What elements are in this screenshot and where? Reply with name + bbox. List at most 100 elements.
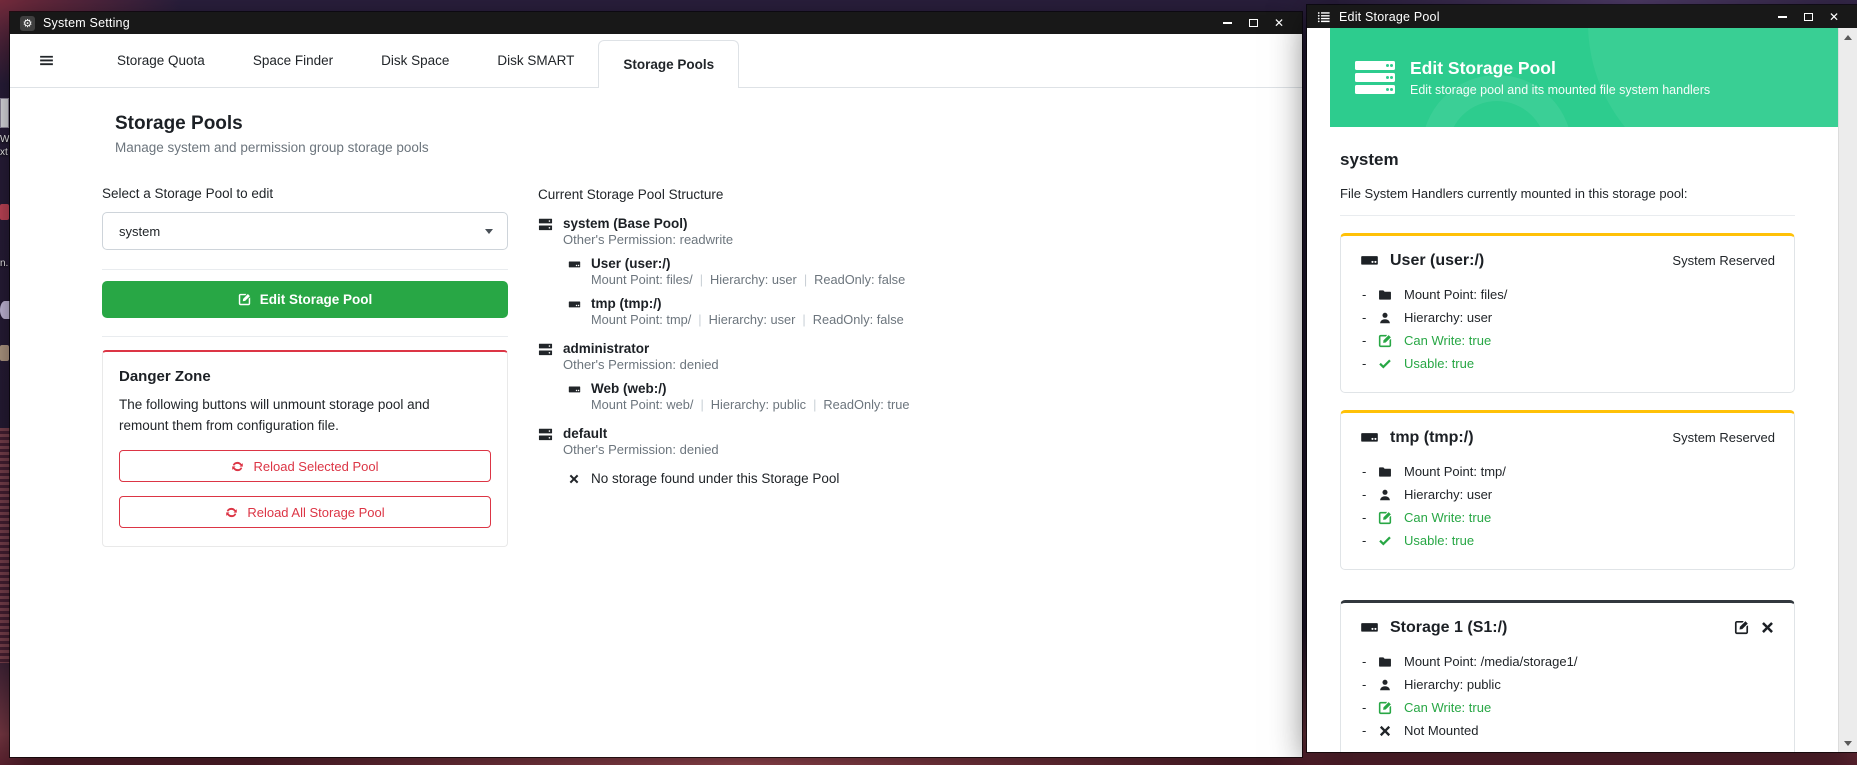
refresh-icon	[225, 506, 238, 519]
handler-title: User (user:/)	[1390, 252, 1484, 270]
scroll-up-arrow[interactable]	[1839, 29, 1857, 45]
handler-card-storage1: Storage 1 (S1:/) - Mount Point: /media/s…	[1340, 600, 1795, 752]
danger-zone-description: The following buttons will unmount stora…	[119, 394, 471, 436]
server-icon	[538, 342, 553, 357]
folder-icon	[1378, 465, 1392, 479]
select-pool-label: Select a Storage Pool to edit	[102, 186, 508, 201]
close-button[interactable]: ✕	[1821, 7, 1847, 27]
pool-name: system (Base Pool)	[563, 216, 733, 231]
user-icon	[1378, 311, 1392, 325]
storage-details: Mount Point: web/|Hierarchy: public|Read…	[591, 397, 909, 413]
usable-row: - Usable: true	[1360, 529, 1775, 552]
close-button[interactable]: ✕	[1266, 13, 1292, 33]
storage-name: tmp (tmp:/)	[591, 297, 904, 311]
window-title: System Setting	[43, 16, 130, 30]
close-icon: ✕	[1274, 17, 1284, 29]
desktop-icon-fragment	[0, 301, 10, 319]
handlers-label: File System Handlers currently mounted i…	[1340, 186, 1795, 202]
storage-details: Mount Point: files/|Hierarchy: user|Read…	[591, 272, 905, 288]
close-icon: ✕	[1829, 11, 1839, 23]
edit-pool-panel: Edit Storage Pool Edit storage pool and …	[1307, 28, 1838, 752]
edit-storage-pool-button[interactable]: Edit Storage Pool	[102, 281, 508, 318]
pool-permission: Other's Permission: denied	[563, 442, 719, 458]
refresh-icon	[231, 460, 244, 473]
remove-handler-button[interactable]	[1760, 620, 1775, 635]
divider	[1340, 215, 1795, 216]
edit-icon	[238, 293, 251, 306]
not-mounted-row: - Not Mounted	[1360, 719, 1775, 742]
handler-card-tmp: tmp (tmp:/) System Reserved - Mount Poin…	[1340, 410, 1795, 570]
titlebar[interactable]: ⚙ System Setting ✕	[10, 12, 1302, 34]
minimize-icon	[1223, 22, 1232, 24]
hdd-icon	[1360, 428, 1379, 447]
selected-pool-value: system	[119, 224, 160, 239]
scrollbar[interactable]	[1838, 28, 1857, 752]
x-icon	[1378, 724, 1392, 738]
storage-pool-select[interactable]: system	[102, 212, 508, 250]
mount-point-row: - Mount Point: files/	[1360, 283, 1775, 306]
tree-pool-default: default Other's Permission: denied No st…	[538, 426, 1078, 486]
user-icon	[1378, 678, 1392, 692]
hdd-icon	[568, 258, 581, 271]
hierarchy-row: - Hierarchy: user	[1360, 306, 1775, 329]
maximize-button[interactable]	[1240, 13, 1266, 33]
hdd-icon	[568, 383, 581, 396]
storage-details: Mount Point: tmp/|Hierarchy: user|ReadOn…	[591, 312, 904, 328]
structure-heading: Current Storage Pool Structure	[538, 187, 1078, 202]
tab-disk-smart[interactable]: Disk SMART	[473, 34, 598, 88]
tree-pool-administrator: administrator Other's Permission: denied…	[538, 341, 1078, 413]
desktop-label-fragment: W	[0, 134, 9, 145]
edit-icon	[1378, 334, 1392, 348]
reload-all-storage-pool-button[interactable]: Reload All Storage Pool	[119, 496, 491, 528]
danger-zone-card: Danger Zone The following buttons will u…	[102, 350, 508, 547]
desktop-icon-fragment	[0, 345, 9, 361]
system-reserved-badge: System Reserved	[1672, 430, 1775, 445]
minimize-button[interactable]	[1769, 7, 1795, 27]
page-subtitle: Manage system and permission group stora…	[115, 139, 508, 156]
handler-title: tmp (tmp:/)	[1390, 429, 1474, 447]
mount-point-row: - Mount Point: /media/storage1/	[1360, 650, 1775, 673]
edit-icon	[1378, 701, 1392, 715]
hero-title: Edit Storage Pool	[1410, 58, 1710, 79]
hamburger-menu-icon[interactable]	[38, 52, 55, 69]
reload-selected-pool-button[interactable]: Reload Selected Pool	[119, 450, 491, 482]
user-icon	[1378, 488, 1392, 502]
wallpaper-texture	[0, 428, 10, 663]
tree-storage-tmp: tmp (tmp:/) Mount Point: tmp/|Hierarchy:…	[568, 297, 1078, 328]
hero-banner: Edit Storage Pool Edit storage pool and …	[1330, 28, 1838, 127]
tab-disk-space[interactable]: Disk Space	[357, 34, 473, 88]
can-write-row: - Can Write: true	[1360, 506, 1775, 529]
hdd-icon	[1360, 251, 1379, 270]
tab-storage-pools[interactable]: Storage Pools	[598, 40, 739, 88]
edit-storage-pool-window: Edit Storage Pool ✕	[1307, 5, 1857, 752]
usable-row: - Usable: true	[1360, 352, 1775, 375]
divider	[102, 336, 508, 337]
storage-pool-tree: system (Base Pool) Other's Permission: r…	[538, 216, 1078, 486]
minimize-icon	[1778, 16, 1787, 18]
maximize-icon	[1249, 19, 1258, 27]
folder-icon	[1378, 655, 1392, 669]
folder-icon	[1378, 288, 1392, 302]
hero-subtitle: Edit storage pool and its mounted file s…	[1410, 83, 1710, 97]
titlebar[interactable]: Edit Storage Pool ✕	[1307, 5, 1857, 28]
server-icon	[538, 217, 553, 232]
tab-space-finder[interactable]: Space Finder	[229, 34, 357, 88]
danger-zone-title: Danger Zone	[119, 368, 491, 385]
server-icon	[1355, 61, 1395, 94]
maximize-button[interactable]	[1795, 7, 1821, 27]
minimize-button[interactable]	[1214, 13, 1240, 33]
desktop-label-fragment: n.	[0, 258, 8, 269]
desktop-icon-fragment	[0, 204, 9, 220]
pool-name: default	[563, 426, 719, 441]
tab-storage-quota[interactable]: Storage Quota	[93, 34, 229, 88]
handler-card-user: User (user:/) System Reserved - Mount Po…	[1340, 233, 1795, 393]
hdd-icon	[1360, 618, 1379, 637]
can-write-row: - Can Write: true	[1360, 329, 1775, 352]
check-icon	[1378, 357, 1392, 371]
edit-handler-button[interactable]	[1734, 620, 1749, 635]
desktop-icon-fragment	[0, 98, 9, 128]
pool-name: administrator	[563, 341, 719, 356]
scroll-down-arrow[interactable]	[1839, 735, 1857, 751]
hierarchy-row: - Hierarchy: public	[1360, 673, 1775, 696]
can-write-row: - Can Write: true	[1360, 696, 1775, 719]
